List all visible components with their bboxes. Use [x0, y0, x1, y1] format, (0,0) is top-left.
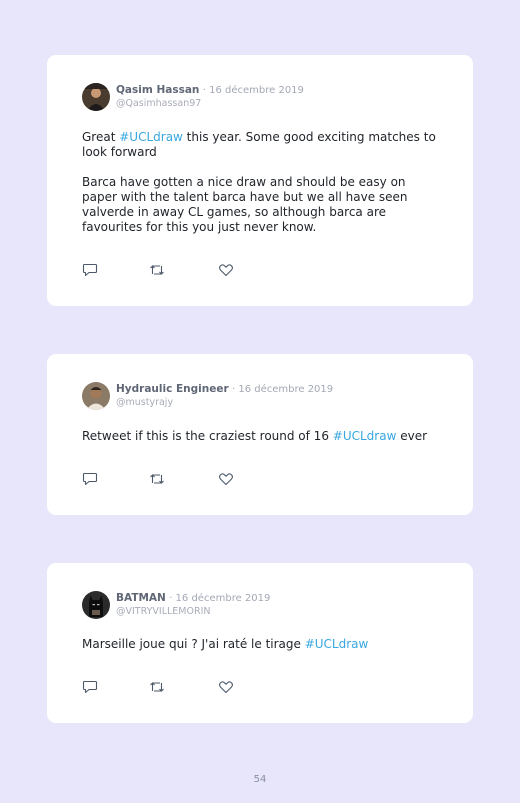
- tweet-card: Hydraulic Engineer · 16 décembre 2019 @m…: [47, 354, 473, 515]
- tweet-actions: [82, 472, 242, 486]
- hashtag-link[interactable]: #UCLdraw: [119, 130, 183, 144]
- retweet-icon[interactable]: [149, 472, 165, 486]
- tweet-date[interactable]: · 16 décembre 2019: [203, 85, 304, 96]
- tweet-paragraph: Barca have gotten a nice draw and should…: [82, 175, 408, 234]
- tweet-text: Marseille joue qui ? J'ai raté le tirage…: [82, 637, 442, 652]
- tweet-paragraph: Retweet if this is the craziest round of…: [82, 429, 442, 444]
- page-number: 54: [253, 774, 267, 785]
- text-segment: Marseille joue qui ? J'ai raté le tirage: [82, 637, 305, 651]
- tweet-text: Retweet if this is the craziest round of…: [82, 429, 442, 444]
- retweet-icon[interactable]: [149, 680, 165, 694]
- batman-avatar[interactable]: [82, 591, 110, 619]
- text-segment: Great: [82, 130, 120, 144]
- heart-icon[interactable]: [218, 263, 234, 277]
- tweet-text: Great #UCLdraw this year. Some good exci…: [82, 130, 442, 235]
- text-segment: ever: [396, 429, 428, 443]
- avatar[interactable]: [82, 83, 110, 111]
- author-name[interactable]: BATMAN: [116, 592, 166, 604]
- tweet-date[interactable]: · 16 décembre 2019: [232, 384, 333, 395]
- heart-icon[interactable]: [218, 472, 234, 486]
- hashtag-link[interactable]: #UCLdraw: [305, 637, 369, 651]
- tweet-paragraph: Marseille joue qui ? J'ai raté le tirage…: [82, 637, 442, 652]
- heart-icon[interactable]: [218, 680, 234, 694]
- avatar[interactable]: [82, 382, 110, 410]
- author-line: BATMAN · 16 décembre 2019: [116, 591, 270, 606]
- author-name[interactable]: Qasim Hassan: [116, 84, 199, 96]
- author-line: Hydraulic Engineer · 16 décembre 2019: [116, 382, 333, 397]
- tweet-actions: [82, 263, 242, 277]
- retweet-icon[interactable]: [149, 263, 165, 277]
- author-name[interactable]: Hydraulic Engineer: [116, 383, 229, 395]
- author-handle[interactable]: @VITRYVILLEMORIN: [116, 605, 210, 618]
- tweet-date[interactable]: · 16 décembre 2019: [169, 593, 270, 604]
- tweet-card: BATMAN · 16 décembre 2019 @VITRYVILLEMOR…: [47, 563, 473, 723]
- reply-icon[interactable]: [82, 263, 98, 277]
- tweet-paragraph: Great #UCLdraw this year. Some good exci…: [82, 130, 442, 160]
- reply-icon[interactable]: [82, 680, 98, 694]
- text-segment: Retweet if this is the craziest round of…: [82, 429, 333, 443]
- hashtag-link[interactable]: #UCLdraw: [333, 429, 397, 443]
- tweet-card: Qasim Hassan · 16 décembre 2019 @Qasimha…: [47, 55, 473, 306]
- reply-icon[interactable]: [82, 472, 98, 486]
- author-handle[interactable]: @mustyrajy: [116, 396, 173, 409]
- author-handle[interactable]: @Qasimhassan97: [116, 97, 201, 110]
- author-line: Qasim Hassan · 16 décembre 2019: [116, 83, 304, 98]
- tweet-actions: [82, 680, 242, 694]
